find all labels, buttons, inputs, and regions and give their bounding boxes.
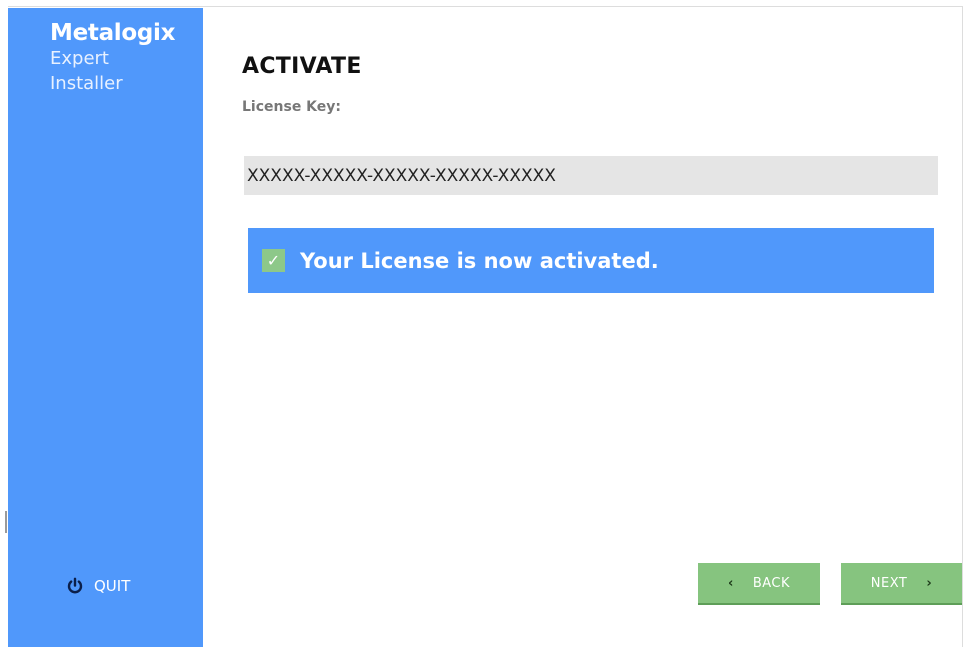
back-label: BACK bbox=[752, 575, 791, 591]
brand-name: Metalogix bbox=[50, 20, 176, 46]
sidebar: Metalogix Expert Installer QUIT bbox=[8, 8, 203, 647]
next-button[interactable]: NEXT › bbox=[841, 563, 962, 605]
resize-handle[interactable] bbox=[5, 511, 7, 533]
brand-subtitle-installer: Installer bbox=[50, 73, 123, 94]
activation-success-banner: ✓ Your License is now activated. bbox=[248, 228, 934, 293]
back-button[interactable]: ‹ BACK bbox=[698, 563, 820, 605]
window-left-edge bbox=[0, 6, 8, 647]
power-icon bbox=[66, 577, 84, 595]
installer-window: Metalogix Expert Installer QUIT ACTIVATE… bbox=[0, 0, 963, 647]
license-key-label: License Key: bbox=[242, 99, 342, 115]
window-top-border bbox=[8, 6, 963, 7]
brand-subtitle-expert: Expert bbox=[50, 48, 109, 69]
next-label: NEXT bbox=[870, 575, 908, 591]
check-icon: ✓ bbox=[262, 249, 285, 272]
page-title: ACTIVATE bbox=[242, 54, 362, 79]
activation-success-message: Your License is now activated. bbox=[300, 248, 659, 273]
chevron-right-icon: › bbox=[926, 575, 933, 591]
quit-label: QUIT bbox=[94, 577, 131, 595]
license-key-input[interactable] bbox=[244, 156, 938, 195]
quit-button[interactable]: QUIT bbox=[66, 574, 130, 598]
chevron-left-icon: ‹ bbox=[727, 575, 734, 591]
